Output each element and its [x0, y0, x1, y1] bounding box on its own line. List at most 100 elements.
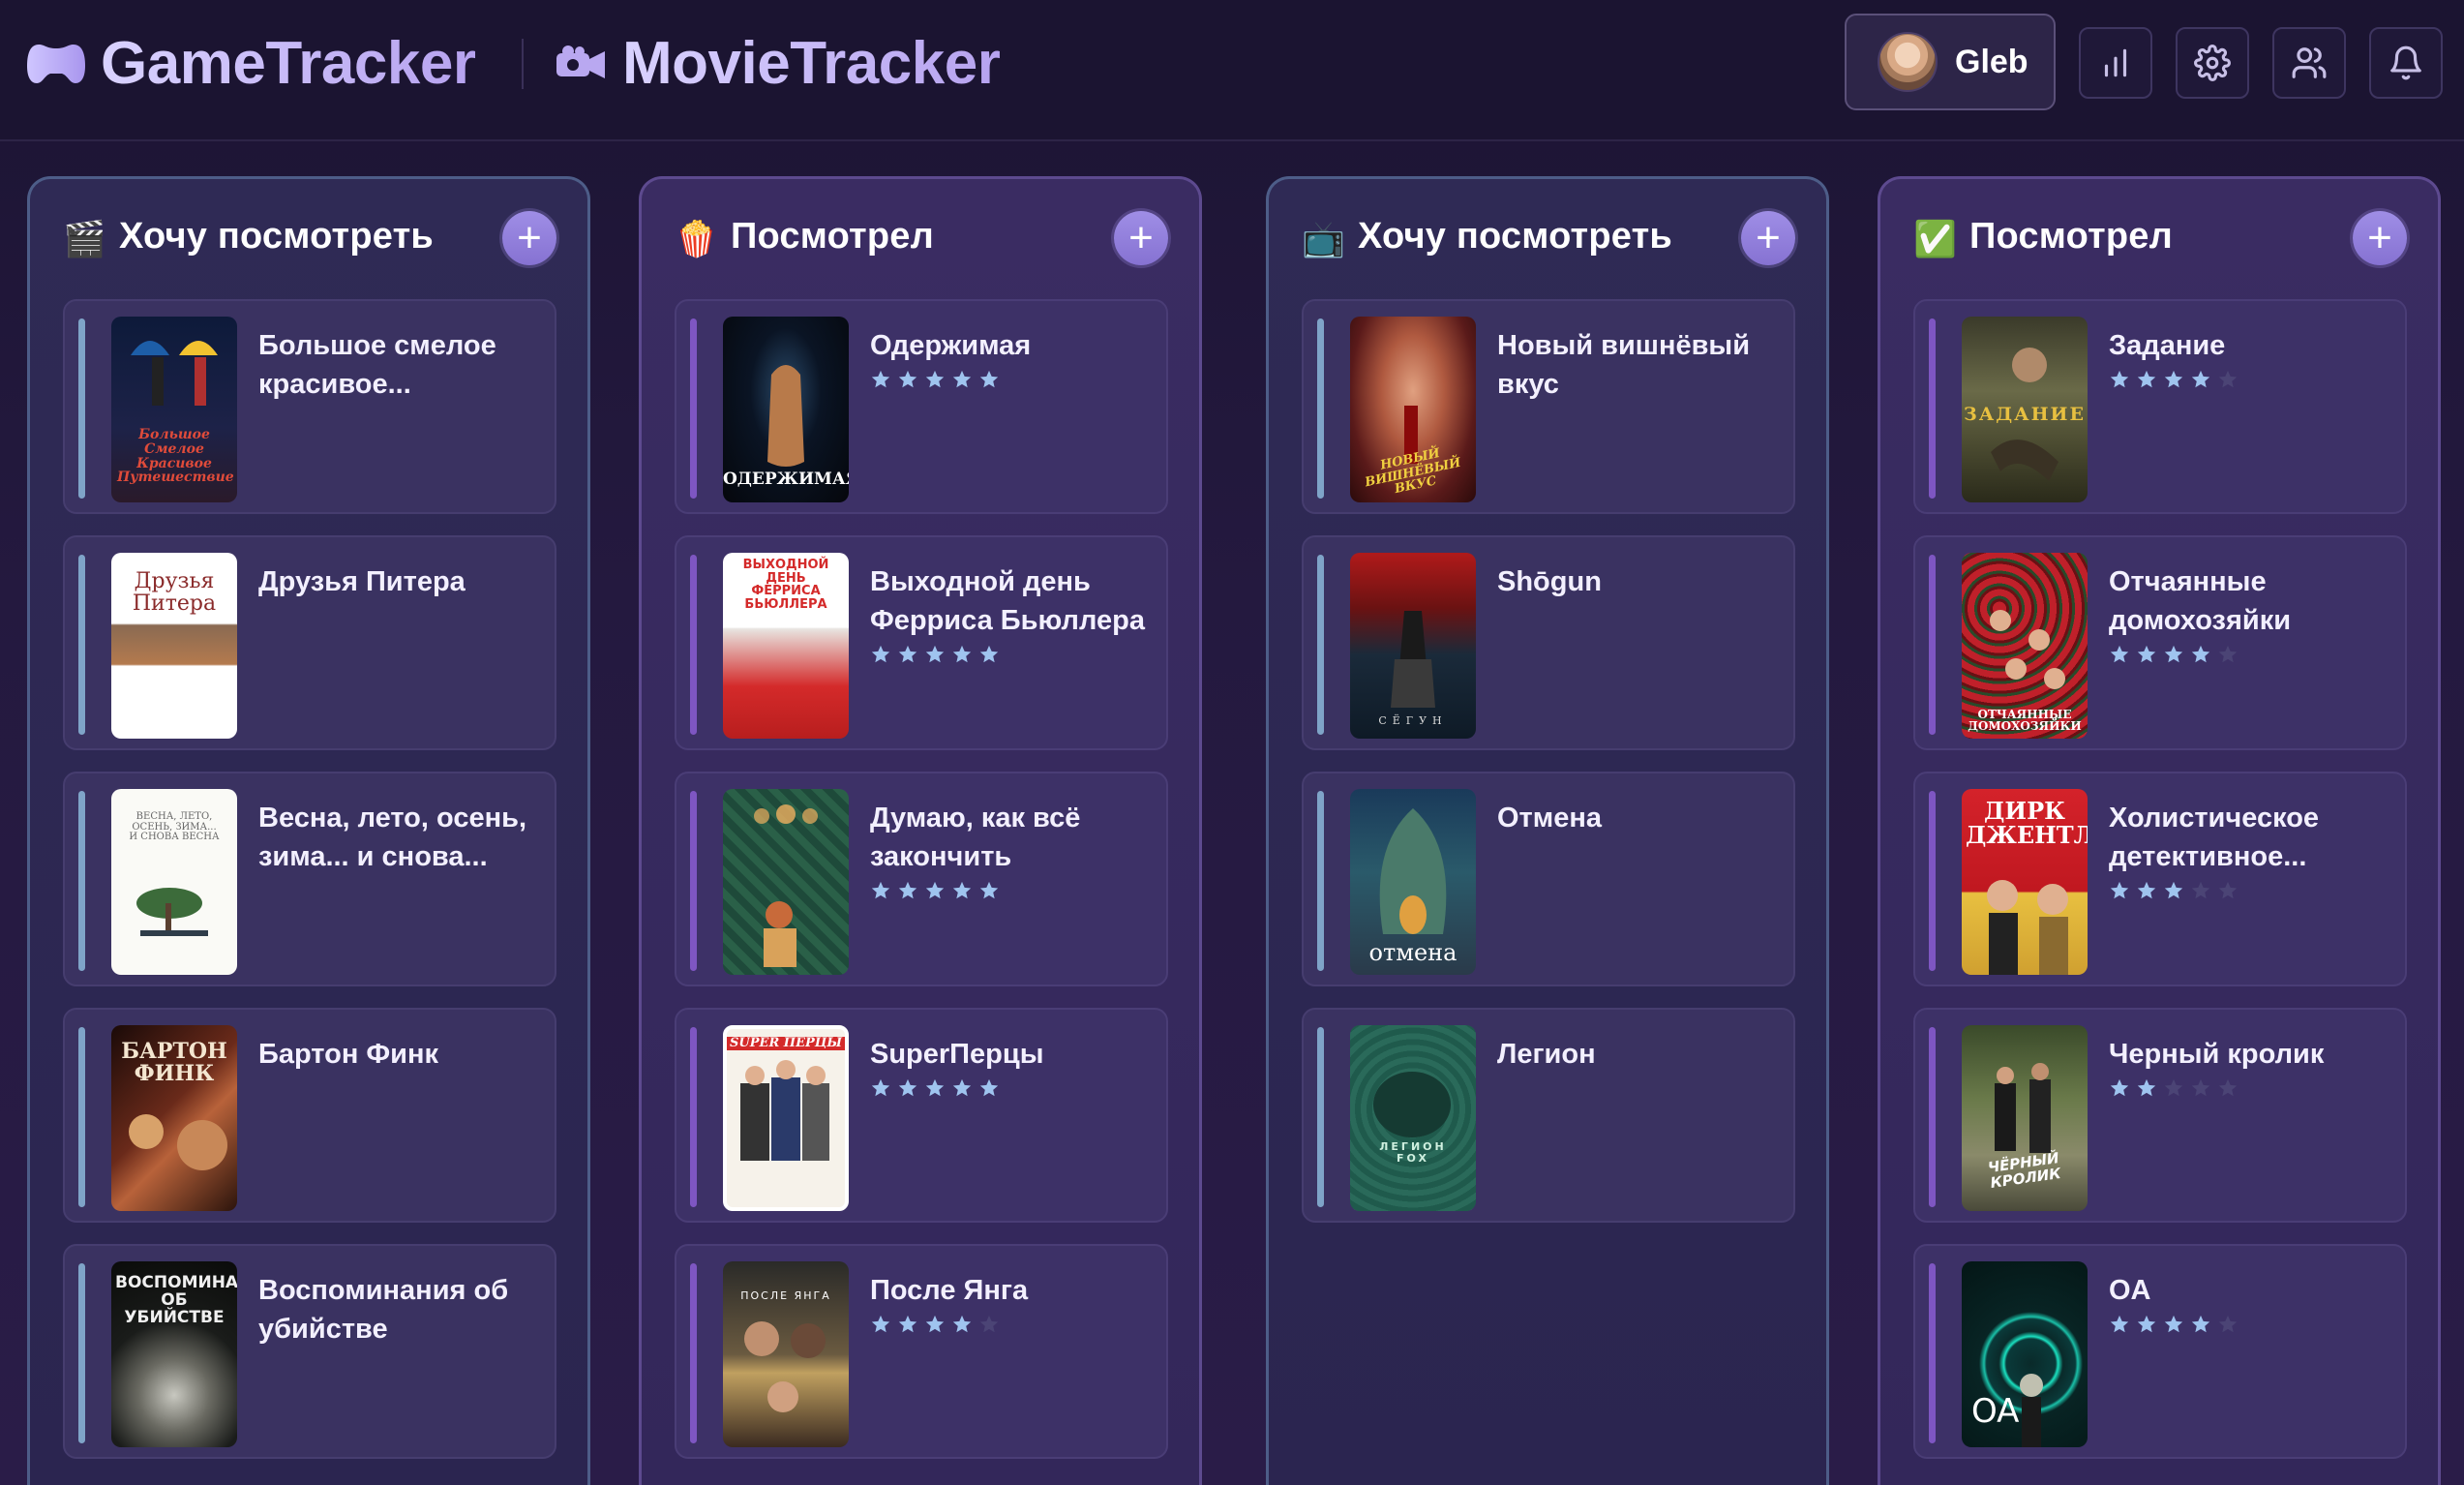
star-filled-icon — [2191, 1315, 2210, 1333]
item-title: Друзья Питера — [258, 566, 466, 597]
poster-caption: Друзья Питера — [132, 569, 217, 617]
star-filled-icon — [925, 370, 945, 388]
rating-stars — [870, 1314, 1000, 1335]
rating-stars — [870, 369, 1000, 390]
list-item[interactable]: БАРТОН ФИНК Бартон Финк — [63, 1008, 556, 1223]
poster-caption: ОТЧАЯННЫЕ ДОМОХОЗЯЙКИ — [1968, 707, 2082, 734]
star-filled-icon — [871, 1315, 890, 1333]
star-filled-icon — [2164, 645, 2183, 663]
list-item[interactable]: СЁГУН Shōgun — [1302, 535, 1795, 750]
card-accent — [1929, 791, 1936, 971]
list-item[interactable]: НОВЫЙ ВИШНЁВЫЙ ВКУС Новый вишнёвый вкус — [1302, 299, 1795, 514]
list-item[interactable]: OA OA — [1913, 1244, 2407, 1459]
column-movies-watched: 🍿 Посмотрел + ОДЕРЖИМАЯ Одержимая ВЫХОДН… — [639, 176, 1202, 1485]
stats-icon — [2104, 48, 2127, 77]
card-accent — [690, 318, 697, 499]
list-item[interactable]: ВЫХОДНОЙ ДЕНЬ ФЕРРИСА БЬЮЛЛЕРА Выходной … — [675, 535, 1168, 750]
clapperboard-icon: 🎬 — [63, 220, 106, 259]
column-title: Посмотрел — [1969, 216, 2173, 257]
list-item[interactable]: ВЕСНА, ЛЕТО, ОСЕНЬ, ЗИМА... И СНОВА ВЕСН… — [63, 772, 556, 986]
list-item[interactable]: отмена Отмена — [1302, 772, 1795, 986]
add-item-button[interactable]: + — [1114, 211, 1168, 265]
poster-caption: ОДЕРЖИМАЯ — [723, 470, 849, 490]
user-profile-button[interactable]: Gleb — [1845, 14, 2056, 110]
star-filled-icon — [898, 1315, 917, 1333]
poster-image: ОДЕРЖИМАЯ — [723, 317, 849, 502]
gamepad-icon — [25, 39, 87, 87]
avatar — [1878, 32, 1938, 92]
list-item[interactable]: ВОСПОМИНАНИЯ ОБ УБИЙСТВЕ Воспоминания об… — [63, 1244, 556, 1459]
list-item[interactable]: ДИРК ДЖЕНТЛИ Холистическое детективное..… — [1913, 772, 2407, 986]
poster-image: Друзья Питера — [111, 553, 237, 739]
list-item[interactable]: ЧЁРНЫЙ КРОЛИК Черный кролик — [1913, 1008, 2407, 1223]
item-title: Большое смелое красивое... — [258, 330, 496, 400]
list-item[interactable]: Друзья Питера Друзья Питера — [63, 535, 556, 750]
star-filled-icon — [2191, 645, 2210, 663]
list-item[interactable]: Думаю, как всё закончить — [675, 772, 1168, 986]
star-filled-icon — [952, 645, 972, 663]
item-title: Одержимая — [870, 330, 1032, 361]
list-item[interactable]: ОТЧАЯННЫЕ ДОМОХОЗЯЙКИ Отчаянные домохозя… — [1913, 535, 2407, 750]
star-filled-icon — [2110, 1315, 2129, 1333]
item-title: Легион — [1497, 1039, 1596, 1070]
item-title: Новый вишнёвый вкус — [1497, 330, 1751, 400]
add-item-button[interactable]: + — [2353, 211, 2407, 265]
star-empty-icon — [2218, 881, 2238, 899]
gametracker-tab[interactable]: GameTracker — [25, 0, 476, 126]
poster-image: ОТЧАЯННЫЕ ДОМОХОЗЯЙКИ — [1962, 553, 2088, 739]
star-filled-icon — [925, 881, 945, 899]
star-filled-icon — [2110, 370, 2129, 388]
star-filled-icon — [2110, 1078, 2129, 1097]
poster-caption: ВОСПОМИНАНИЯ ОБ УБИЙСТВЕ — [115, 1273, 237, 1327]
rating-stars — [2109, 644, 2239, 665]
list-item[interactable]: ЛЕГИОН FOX Легион — [1302, 1008, 1795, 1223]
item-title: Холистическое детективное... — [2109, 803, 2320, 872]
star-filled-icon — [952, 370, 972, 388]
list-item[interactable]: SUPER ПЕРЦЫ SuperПерцы — [675, 1008, 1168, 1223]
column-title: Хочу посмотреть — [1358, 216, 1672, 257]
poster-image: ЧЁРНЫЙ КРОЛИК — [1962, 1025, 2088, 1211]
item-title: Думаю, как всё закончить — [870, 803, 1081, 872]
star-filled-icon — [2164, 881, 2183, 899]
settings-button[interactable] — [2176, 27, 2249, 99]
poster-image: SUPER ПЕРЦЫ — [723, 1025, 849, 1211]
column-title: Хочу посмотреть — [119, 216, 434, 257]
poster-image: ВЕСНА, ЛЕТО, ОСЕНЬ, ЗИМА... И СНОВА ВЕСН… — [111, 789, 237, 975]
gear-icon — [2194, 45, 2231, 81]
star-filled-icon — [2137, 370, 2156, 388]
column-series-want: 📺 Хочу посмотреть + НОВЫЙ ВИШНЁВЫЙ ВКУС … — [1266, 176, 1829, 1485]
add-item-button[interactable]: + — [1741, 211, 1795, 265]
card-accent — [690, 1027, 697, 1207]
card-accent — [1929, 555, 1936, 735]
column-header: 🍿 Посмотрел + — [642, 179, 1199, 299]
poster-image: СЁГУН — [1350, 553, 1476, 739]
poster-image: БАРТОН ФИНК — [111, 1025, 237, 1211]
poster-caption: ПОСЛЕ ЯНГА — [740, 1289, 831, 1302]
card-accent — [690, 555, 697, 735]
card-accent — [1929, 318, 1936, 499]
movietracker-tab[interactable]: MovieTracker — [555, 0, 1001, 126]
poster-caption: Большое Смелое Красивое Путешествие — [117, 427, 234, 486]
poster-caption: ВЫХОДНОЙ ДЕНЬ ФЕРРИСА БЬЮЛЛЕРА — [742, 558, 829, 612]
star-filled-icon — [2137, 881, 2156, 899]
star-empty-icon — [2191, 881, 2210, 899]
list-item[interactable]: ЗАДАНИЕ Задание — [1913, 299, 2407, 514]
notifications-button[interactable] — [2369, 27, 2443, 99]
card-accent — [1317, 318, 1324, 499]
checkmark-icon: ✅ — [1913, 220, 1957, 259]
add-item-button[interactable]: + — [502, 211, 556, 265]
list-item[interactable]: Большое Смелое Красивое Путешествие Боль… — [63, 299, 556, 514]
item-title: Shōgun — [1497, 566, 1602, 597]
star-filled-icon — [2137, 645, 2156, 663]
star-filled-icon — [871, 1078, 890, 1097]
stats-button[interactable] — [2079, 27, 2152, 99]
list-item[interactable]: ПОСЛЕ ЯНГА После Янга — [675, 1244, 1168, 1459]
column-header: 📺 Хочу посмотреть + — [1269, 179, 1826, 299]
list-item[interactable]: ОДЕРЖИМАЯ Одержимая — [675, 299, 1168, 514]
item-title: Отмена — [1497, 803, 1602, 833]
friends-button[interactable] — [2272, 27, 2346, 99]
poster-caption: СЁГУН — [1378, 714, 1448, 728]
star-filled-icon — [2137, 1078, 2156, 1097]
popcorn-icon: 🍿 — [675, 220, 718, 259]
card-accent — [1317, 791, 1324, 971]
